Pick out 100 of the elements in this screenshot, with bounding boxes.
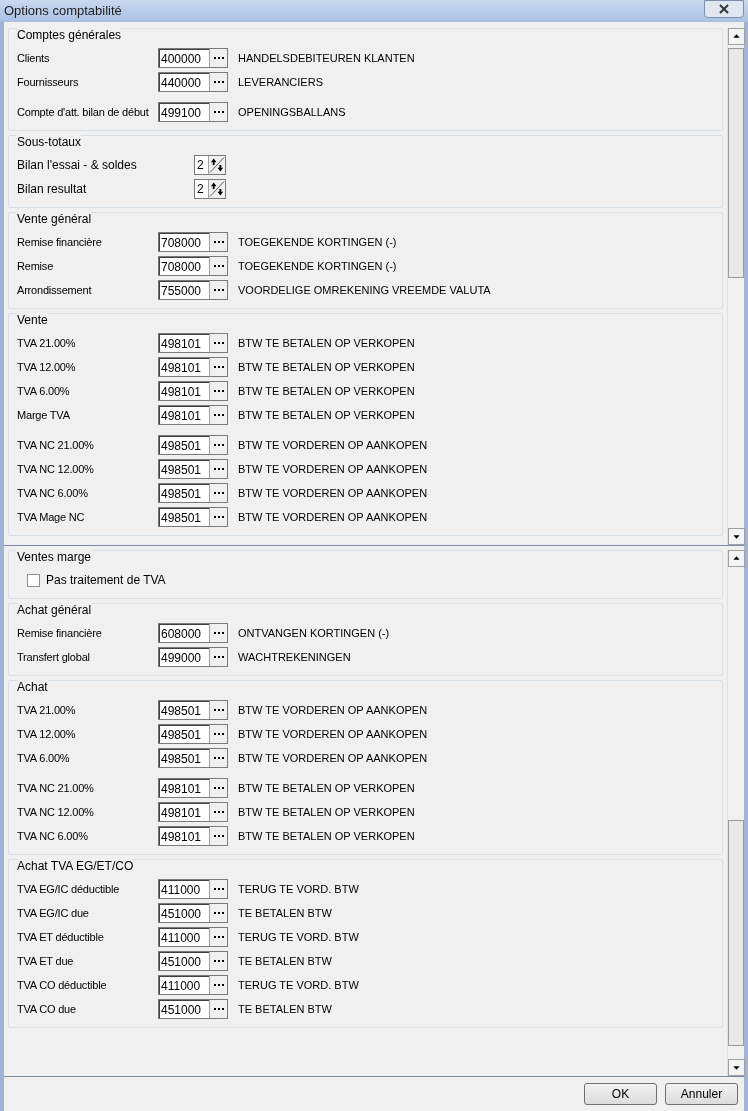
dialog-button[interactable]: Annuler [665, 1083, 738, 1105]
group-title: Vente [17, 313, 48, 327]
field-label: TVA 21.00% [17, 335, 77, 351]
browse-button[interactable] [209, 334, 227, 352]
browse-button[interactable] [209, 49, 227, 67]
window-title: Options comptabilité [4, 2, 122, 21]
browse-button[interactable] [209, 103, 227, 121]
browse-button[interactable] [209, 725, 227, 743]
account-field[interactable]: 451000 [158, 951, 228, 971]
account-field[interactable]: 498501 [158, 507, 228, 527]
account-field[interactable]: 498501 [158, 435, 228, 455]
browse-button[interactable] [209, 73, 227, 91]
scrollbar[interactable] [727, 550, 744, 1076]
scroll-up-icon[interactable] [728, 550, 745, 567]
browse-button[interactable] [209, 1000, 227, 1018]
account-field[interactable]: 498501 [158, 748, 228, 768]
group-title: Vente général [17, 212, 92, 226]
browse-button[interactable] [209, 624, 227, 642]
account-code: 755000 [160, 283, 203, 299]
dialog-button[interactable]: OK [584, 1083, 657, 1105]
scrollbar[interactable] [727, 28, 744, 545]
browse-button[interactable] [209, 406, 227, 424]
account-field[interactable]: 755000 [158, 280, 228, 300]
close-button[interactable] [704, 0, 744, 18]
scroll-down-icon[interactable] [728, 528, 745, 545]
account-field[interactable]: 498101 [158, 802, 228, 822]
browse-button[interactable] [209, 952, 227, 970]
browse-button[interactable] [209, 976, 227, 994]
browse-button[interactable] [209, 358, 227, 376]
browse-button[interactable] [209, 257, 227, 275]
account-code: 440000 [160, 75, 203, 91]
account-code: 451000 [160, 906, 203, 922]
spin-arrows-icon[interactable] [208, 180, 225, 198]
account-field[interactable]: 411000 [158, 927, 228, 947]
account-field[interactable]: 498101 [158, 826, 228, 846]
browse-button[interactable] [209, 880, 227, 898]
account-field[interactable]: 498101 [158, 381, 228, 401]
scroll-thumb[interactable] [728, 820, 744, 1046]
account-code: 498101 [160, 336, 203, 352]
checkbox[interactable] [27, 573, 40, 587]
browse-button[interactable] [209, 827, 227, 845]
account-field[interactable]: 498101 [158, 357, 228, 377]
browse-button[interactable] [209, 779, 227, 797]
account-field[interactable]: 498501 [158, 483, 228, 503]
spin-field[interactable]: 2 [194, 155, 226, 175]
account-code: 400000 [160, 51, 203, 67]
field-label: TVA Mage NC [17, 509, 86, 525]
field-label: TVA ET due [17, 953, 75, 969]
browse-button[interactable] [209, 460, 227, 478]
browse-button[interactable] [209, 701, 227, 719]
account-field[interactable]: 499100 [158, 102, 228, 122]
account-code: 708000 [160, 259, 203, 275]
account-field[interactable]: 400000 [158, 48, 228, 68]
group-title: Comptes générales [17, 28, 122, 42]
browse-button[interactable] [209, 382, 227, 400]
browse-button[interactable] [209, 803, 227, 821]
account-description: WACHTREKENINGEN [238, 649, 351, 665]
account-field[interactable]: 451000 [158, 999, 228, 1019]
scroll-down-icon[interactable] [728, 1059, 745, 1076]
browse-button[interactable] [209, 436, 227, 454]
field-label: Transfert global [17, 649, 91, 665]
field-label: TVA CO déductible [17, 977, 108, 993]
ellipsis-icon [213, 1007, 224, 1011]
scroll-up-icon[interactable] [728, 28, 745, 45]
account-field[interactable]: 708000 [158, 232, 228, 252]
account-field[interactable]: 411000 [158, 879, 228, 899]
browse-button[interactable] [209, 648, 227, 666]
account-field[interactable]: 498101 [158, 333, 228, 353]
spin-arrows-icon[interactable] [208, 156, 225, 174]
ellipsis-icon [213, 110, 224, 114]
group-title: Achat TVA EG/ET/CO [17, 859, 134, 873]
browse-button[interactable] [209, 749, 227, 767]
browse-button[interactable] [209, 233, 227, 251]
account-field[interactable]: 440000 [158, 72, 228, 92]
field-label: TVA CO due [17, 1001, 77, 1017]
account-field[interactable]: 608000 [158, 623, 228, 643]
account-field[interactable]: 498501 [158, 459, 228, 479]
account-field[interactable]: 498501 [158, 700, 228, 720]
ellipsis-icon [213, 959, 224, 963]
account-description: BTW TE VORDEREN OP AANKOPEN [238, 461, 428, 477]
field-label: Bilan resultat [17, 181, 88, 198]
browse-button[interactable] [209, 928, 227, 946]
field-label: TVA NC 21.00% [17, 780, 95, 796]
field-label: TVA ET déductible [17, 929, 105, 945]
account-code: 451000 [160, 954, 203, 970]
browse-button[interactable] [209, 904, 227, 922]
account-field[interactable]: 498101 [158, 778, 228, 798]
account-field[interactable]: 451000 [158, 903, 228, 923]
scroll-thumb[interactable] [728, 48, 744, 278]
browse-button[interactable] [209, 508, 227, 526]
spin-field[interactable]: 2 [194, 179, 226, 199]
account-field[interactable]: 499000 [158, 647, 228, 667]
browse-button[interactable] [209, 281, 227, 299]
account-code: 411000 [160, 930, 202, 946]
account-description: TERUG TE VORD. BTW [238, 977, 359, 993]
account-field[interactable]: 411000 [158, 975, 228, 995]
browse-button[interactable] [209, 484, 227, 502]
account-field[interactable]: 708000 [158, 256, 228, 276]
account-field[interactable]: 498501 [158, 724, 228, 744]
account-field[interactable]: 498101 [158, 405, 228, 425]
